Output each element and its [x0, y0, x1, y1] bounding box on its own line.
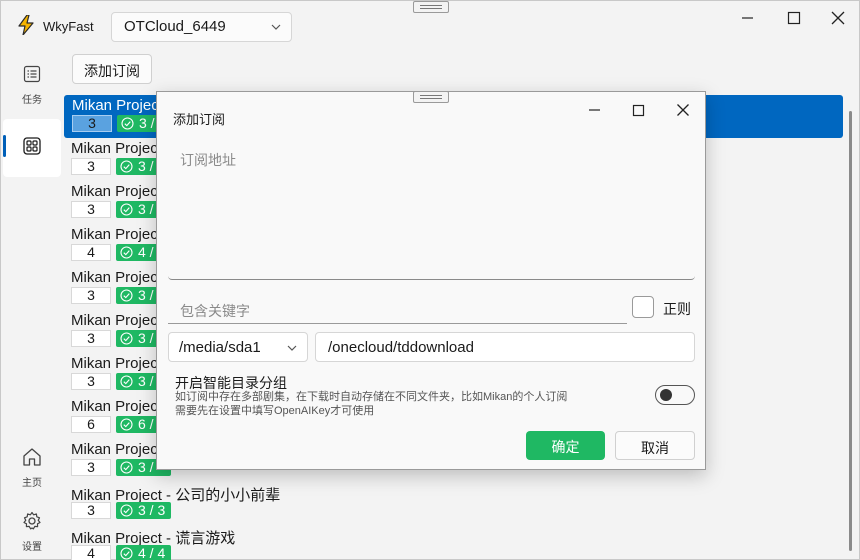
- check-circle-icon: [120, 547, 133, 560]
- nav-subscriptions[interactable]: [3, 119, 61, 177]
- add-subscription-button[interactable]: 添加订阅: [72, 54, 152, 84]
- download-path-input[interactable]: /onecloud/tddownload: [315, 332, 695, 362]
- item-count: 3: [72, 115, 112, 132]
- regex-label: 正则: [663, 301, 691, 317]
- status-badge-text: 4 / 4: [138, 545, 166, 560]
- check-circle-icon: [120, 375, 133, 388]
- status-badge-text: 3 /: [139, 115, 155, 131]
- nav-tasks-label: 任务: [22, 95, 42, 106]
- smart-group-description: 如订阅中存在多部剧集，在下载时自动存储在不同文件夹，比如Mikan的个人订阅 需…: [175, 390, 567, 418]
- check-circle-icon: [120, 289, 133, 302]
- status-badge-text: 3 /: [138, 158, 154, 174]
- status-badge-text: 6 /: [138, 416, 154, 432]
- main-window: WkyFast OTCloud_6449 任务 主页 设置 添加订阅 Mikan…: [0, 0, 860, 560]
- drive-select-value: /media/sda1: [179, 339, 261, 356]
- item-title: Mikan Project: [71, 355, 162, 372]
- dialog-drag-handle[interactable]: [413, 91, 449, 103]
- server-select[interactable]: OTCloud_6449: [111, 12, 292, 42]
- item-count: 4: [71, 545, 111, 560]
- status-badge-text: 3 /: [138, 459, 154, 475]
- minimize-icon[interactable]: [737, 7, 759, 29]
- server-select-value: OTCloud_6449: [124, 18, 226, 35]
- item-title: Mikan Project: [71, 140, 162, 157]
- status-badge-text: 3 /: [138, 287, 154, 303]
- item-count: 3: [71, 330, 111, 347]
- item-count: 3: [71, 502, 111, 519]
- download-path-value: /onecloud/tddownload: [328, 339, 474, 356]
- check-circle-icon: [120, 504, 133, 517]
- check-circle-icon: [120, 203, 133, 216]
- nav-settings[interactable]: 设置: [1, 505, 63, 560]
- item-title: Mikan Project: [71, 226, 162, 243]
- status-badge-text: 3 /: [138, 330, 154, 346]
- item-title: Mikan Project: [71, 398, 162, 415]
- subscription-url-placeholder: 订阅地址: [180, 152, 236, 168]
- item-count: 6: [71, 416, 111, 433]
- item-count: 3: [71, 158, 111, 175]
- status-badge-text: 4 /: [138, 244, 154, 260]
- smart-group-desc-line1: 如订阅中存在多部剧集，在下载时自动存储在不同文件夹，比如Mikan的个人订阅: [175, 391, 568, 403]
- app-name: WkyFast: [43, 19, 94, 34]
- check-circle-icon: [121, 117, 134, 130]
- item-count: 3: [71, 459, 111, 476]
- home-icon: [23, 448, 41, 466]
- list-scrollbar[interactable]: [849, 111, 852, 551]
- sidebar: 任务 主页 设置: [1, 49, 63, 559]
- dialog-title: 添加订阅: [173, 112, 226, 127]
- check-circle-icon: [120, 461, 133, 474]
- item-count: 3: [71, 201, 111, 218]
- status-badge: 4 / 4: [116, 545, 171, 560]
- item-count: 3: [71, 287, 111, 304]
- nav-home[interactable]: 主页: [1, 441, 63, 497]
- keyword-placeholder: 包含关键字: [180, 303, 250, 319]
- check-circle-icon: [120, 332, 133, 345]
- add-subscription-dialog: 添加订阅 订阅地址 包含关键字 正则 /media/sda1 /onecloud…: [156, 91, 706, 470]
- chevron-down-icon: [287, 345, 297, 351]
- status-badge-text: 3 /: [138, 201, 154, 217]
- list-item[interactable]: Mikan Project - 公司的小小前辈 3 3 / 3: [63, 482, 843, 525]
- item-title: Mikan Project: [71, 183, 162, 200]
- smart-group-desc-line2: 需要先在设置中填写OpenAIKey才可使用: [175, 405, 375, 417]
- status-badge-text: 3 / 3: [138, 502, 166, 518]
- smart-group-toggle[interactable]: [655, 385, 695, 405]
- subscription-url-input[interactable]: 订阅地址: [168, 140, 695, 280]
- nav-settings-label: 设置: [22, 542, 42, 553]
- item-count: 4: [71, 244, 111, 261]
- check-circle-icon: [120, 160, 133, 173]
- item-title: Mikan Project: [71, 269, 162, 286]
- item-count: 3: [71, 373, 111, 390]
- title-bar: WkyFast OTCloud_6449: [1, 1, 859, 49]
- nav-home-label: 主页: [22, 478, 42, 489]
- gear-icon: [23, 511, 41, 530]
- chevron-down-icon: [271, 24, 281, 30]
- check-circle-icon: [120, 246, 133, 259]
- dialog-minimize-icon[interactable]: [585, 100, 605, 120]
- close-icon[interactable]: [827, 7, 849, 29]
- status-badge-text: 3 /: [138, 373, 154, 389]
- nav-tasks[interactable]: 任务: [1, 59, 63, 115]
- list-item[interactable]: Mikan Project - 谎言游戏 4 4 / 4: [63, 525, 843, 560]
- dialog-maximize-icon[interactable]: [628, 100, 648, 120]
- drive-select[interactable]: /media/sda1: [168, 332, 308, 362]
- cancel-button[interactable]: 取消: [615, 431, 695, 460]
- item-title: Mikan Project: [71, 312, 162, 329]
- grid-apps-icon: [23, 137, 41, 155]
- item-title: Mikan Project: [72, 97, 163, 114]
- dialog-close-icon[interactable]: [673, 100, 693, 120]
- task-list-icon: [23, 65, 41, 83]
- keyword-input[interactable]: 包含关键字: [168, 292, 627, 324]
- check-circle-icon: [120, 418, 133, 431]
- status-badge: 3 / 3: [116, 502, 171, 519]
- item-title: Mikan Project: [71, 441, 162, 458]
- maximize-icon[interactable]: [783, 7, 805, 29]
- regex-checkbox[interactable]: [632, 296, 654, 318]
- confirm-button[interactable]: 确定: [526, 431, 605, 460]
- lightning-logo-icon: [18, 15, 34, 35]
